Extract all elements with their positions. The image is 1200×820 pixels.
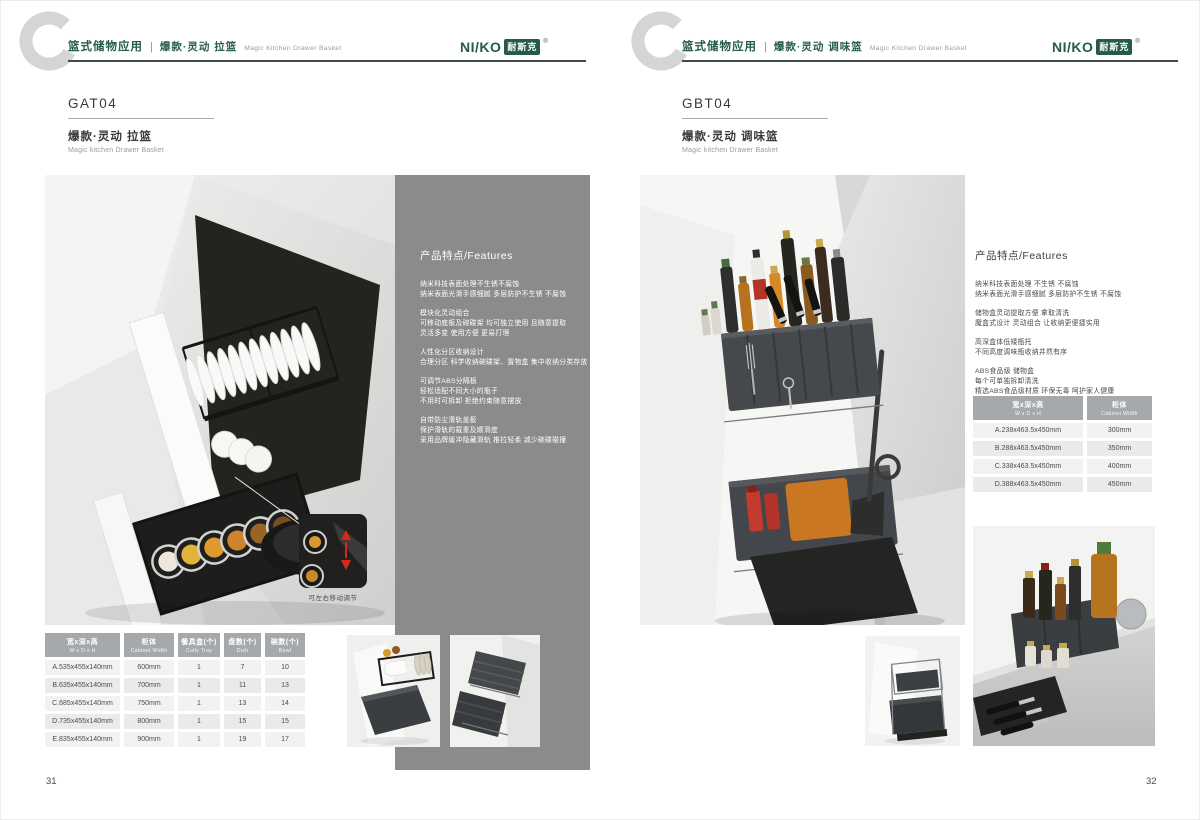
table-cell: 10	[265, 660, 305, 675]
left-page-header: 篮式储物应用 | 爆款·灵动 拉篮 Magic Kitchen Drawer B…	[68, 38, 342, 54]
table-cell: 450mm	[1087, 477, 1152, 492]
left-detail-photo-2	[450, 635, 540, 747]
table-cell: 350mm	[1087, 441, 1152, 456]
left-detail-photo-1	[347, 635, 440, 747]
right-detail-photo	[865, 636, 960, 746]
header-title-en: Magic Kitchen Drawer Basket	[244, 45, 341, 52]
table-cell: 1	[178, 678, 220, 693]
table-cell: 17	[265, 732, 305, 747]
table-cell: 800mm	[124, 714, 174, 729]
table-cell: 13	[224, 696, 261, 711]
product-name-en: Magic kitchen Drawer Basket	[68, 147, 214, 154]
left-page-number: 31	[46, 776, 57, 787]
right-spec-table: 宽x深x高 W x D x H 柜体 Cabinet Width A.238x4…	[973, 396, 1152, 492]
inset-caption: 可左右移动调节	[283, 592, 383, 602]
table-cell: 1	[178, 732, 220, 747]
right-features: 产品特点/Features 纳米科技表面处理 不生锈 不腐蚀 纳米表面光滑手感细…	[975, 248, 1170, 406]
feature-group: 纳米科技表面处理 不生锈 不腐蚀 纳米表面光滑手感细腻 多层防护不生锈 不腐蚀	[975, 280, 1170, 300]
feature-group: 高深盒体低矮瓶托 不同高度调味瓶收纳井然有序	[975, 338, 1170, 358]
header-title-cn: 爆款·灵动 调味篮	[774, 39, 863, 54]
table-header-cell: 宽x深x高 W x D x H	[45, 633, 120, 657]
right-page-header: 篮式储物应用 | 爆款·灵动 调味篮 Magic Kitchen Drawer …	[682, 38, 967, 54]
model-underline	[68, 118, 214, 119]
header-title-en: Magic Kitchen Drawer Basket	[870, 45, 967, 52]
header-rule	[68, 60, 586, 62]
adjustment-inset-photo	[299, 514, 367, 588]
table-cell: 11	[224, 678, 261, 693]
table-cell: 600mm	[124, 660, 174, 675]
table-cell: 1	[178, 696, 220, 711]
nisko-logo-text: NI/KO	[460, 39, 501, 55]
product-model: GAT04	[68, 96, 214, 111]
features-title: 产品特点/Features	[420, 248, 588, 263]
feature-group: 可调节ABS分隔板 轻松适配不同大小的瓶子 不用时可拆卸 拒绝约束随意摆放	[420, 377, 588, 407]
feature-group: 自带防尘滑轨盖板 保护滑轨的载重及顺滑度 采用品牌缓冲隐藏滑轨 推拉轻柔 减少碗…	[420, 416, 588, 446]
nisko-logo-cn: 耐斯克	[1096, 39, 1132, 55]
nisko-logo: NI/KO 耐斯克 ®	[460, 39, 548, 55]
table-cell: 13	[265, 678, 305, 693]
product-name-cn: 爆款·灵动 调味篮	[682, 128, 828, 144]
table-cell: 700mm	[124, 678, 174, 693]
right-product-block: GBT04 爆款·灵动 调味篮 Magic kitchen Drawer Bas…	[682, 96, 828, 154]
right-main-product-photo	[640, 175, 965, 625]
feature-group: 人性化分区收纳设计 合理分区 科学收纳碗碟架、置物盒 集中收纳分类存放	[420, 348, 588, 368]
table-cell: 400mm	[1087, 459, 1152, 474]
table-header-cell: 餐具盒(个) Cutly Tray	[178, 633, 220, 657]
catalog-spread: 篮式储物应用 | 爆款·灵动 拉篮 Magic Kitchen Drawer B…	[0, 0, 1200, 820]
table-cell: B.288x463.5x450mm	[973, 441, 1083, 456]
table-header-cell: 盘数(个) Dish	[224, 633, 261, 657]
right-bottom-product-photo	[973, 526, 1155, 746]
table-cell: C.685x455x140mm	[45, 696, 120, 711]
table-cell: 900mm	[124, 732, 174, 747]
model-underline	[682, 118, 828, 119]
table-cell: C.338x463.5x450mm	[973, 459, 1083, 474]
table-cell: 1	[178, 714, 220, 729]
table-cell: D.388x463.5x450mm	[973, 477, 1083, 492]
table-cell: 750mm	[124, 696, 174, 711]
table-cell: B.635x455x140mm	[45, 678, 120, 693]
feature-group: 储物盒灵动提取方便 拿取清洗 魔盒式设计 灵动组合 让收纳更便捷实用	[975, 309, 1170, 329]
header-category: 篮式储物应用	[68, 38, 143, 54]
registered-mark: ®	[1135, 39, 1139, 45]
header-rule	[682, 60, 1178, 62]
left-product-block: GAT04 爆款·灵动 拉篮 Magic kitchen Drawer Bask…	[68, 96, 214, 154]
product-name-cn: 爆款·灵动 拉篮	[68, 128, 214, 144]
header-divider: |	[150, 41, 153, 53]
table-cell: 300mm	[1087, 423, 1152, 438]
table-cell: 1	[178, 660, 220, 675]
table-cell: D.735x455x140mm	[45, 714, 120, 729]
table-cell: 15	[224, 714, 261, 729]
table-header-cell: 柜体 Cabinet Width	[1087, 396, 1152, 420]
right-page-number: 32	[1146, 776, 1157, 787]
table-header-cell: 柜体 Cabinet Width	[124, 633, 174, 657]
product-model: GBT04	[682, 96, 828, 111]
features-title: 产品特点/Features	[975, 248, 1170, 263]
header-category: 篮式储物应用	[682, 38, 757, 54]
table-cell: 7	[224, 660, 261, 675]
table-cell: 15	[265, 714, 305, 729]
header-divider: |	[764, 41, 767, 53]
nisko-logo-text: NI/KO	[1052, 39, 1093, 55]
feature-group: 模块化灵动组合 可移动底板及碗碟架 均可独立使用 且随意提取 灵活多变 使用方便…	[420, 309, 588, 339]
table-header-cell: 碗数(个) Bowl	[265, 633, 305, 657]
header-title-cn: 爆款·灵动 拉篮	[160, 39, 237, 54]
table-cell: 14	[265, 696, 305, 711]
feature-group: ABS食品级 储物盒 每个可单独拆卸清洗 精选ABS食品级材质 环保无毒 呵护家…	[975, 367, 1170, 397]
table-cell: A.238x463.5x450mm	[973, 423, 1083, 438]
table-cell: A.535x455x140mm	[45, 660, 120, 675]
left-spec-table: 宽x深x高 W x D x H 柜体 Cabinet Width 餐具盒(个) …	[45, 633, 305, 747]
table-cell: 19	[224, 732, 261, 747]
registered-mark: ®	[543, 39, 547, 45]
feature-group: 纳米科技表面处理不生锈不腐蚀 纳米表面光滑手感细腻 多层防护不生锈 不腐蚀	[420, 280, 588, 300]
table-cell: E.835x455x140mm	[45, 732, 120, 747]
nisko-logo-cn: 耐斯克	[504, 39, 540, 55]
left-features: 产品特点/Features 纳米科技表面处理不生锈不腐蚀 纳米表面光滑手感细腻 …	[420, 248, 588, 455]
nisko-logo: NI/KO 耐斯克 ®	[1052, 39, 1140, 55]
product-name-en: Magic kitchen Drawer Basket	[682, 147, 828, 154]
table-header-cell: 宽x深x高 W x D x H	[973, 396, 1083, 420]
